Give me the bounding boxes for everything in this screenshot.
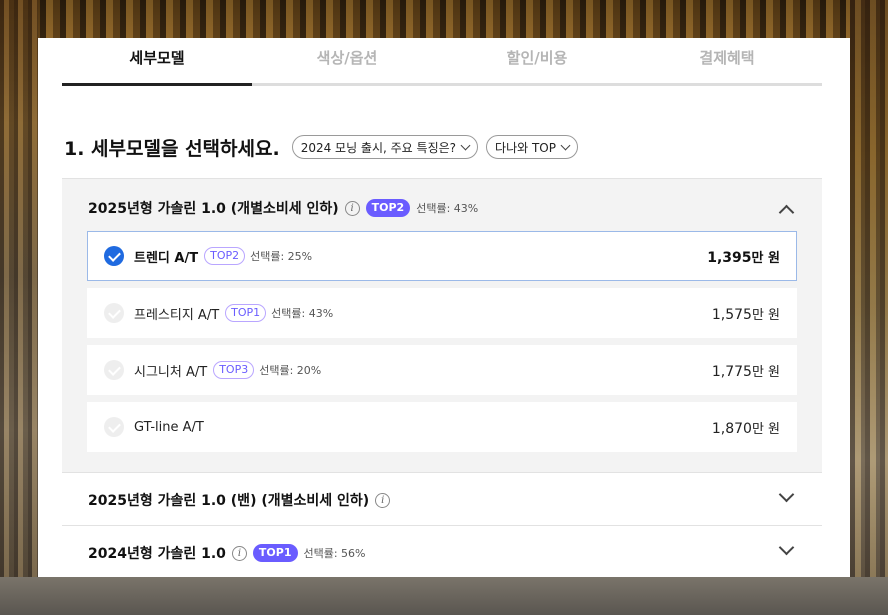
trim-rank-badge: TOP3 [213,361,255,379]
model-group-header[interactable]: 2024년형 가솔린 1.0 i TOP1 선택률: 56% [88,542,798,564]
tab-payment-benefits[interactable]: 결제혜택 [632,38,822,83]
trim-option-signature[interactable]: 시그니처 A/T TOP3 선택률: 20% 1,775만 원 [87,345,797,395]
model-group-2025-gasoline-van[interactable]: 2025년형 가솔린 1.0 (밴) (개별소비세 인하) i [62,472,822,525]
model-group-title: 2024년형 가솔린 1.0 [88,546,226,562]
trim-selection-rate: 선택률: 20% [259,364,322,377]
tab-discount-cost[interactable]: 할인/비용 [442,38,632,83]
trim-price-unit: 만 원 [751,421,780,437]
check-circle-icon [104,417,124,437]
trim-name: 프레스티지 A/T [134,307,220,323]
background-photo-left [0,0,38,615]
tab-detail-model[interactable]: 세부모델 [62,38,252,86]
model-group-2025-gasoline: 2025년형 가솔린 1.0 (개별소비세 인하) i TOP2 선택률: 43… [62,178,822,472]
top-rank-badge: TOP1 [252,544,298,562]
check-circle-icon [104,303,124,323]
step-title: 1. 세부모델을 선택하세요. [64,137,280,160]
trim-price-unit: 만 원 [751,364,780,380]
model-group-header[interactable]: 2025년형 가솔린 1.0 (개별소비세 인하) i TOP2 선택률: 43… [88,197,798,219]
features-chip-label: 2024 모닝 출시, 주요 특징은? [300,140,457,155]
trim-name: GT-line A/T [134,419,204,435]
model-group-2024-gasoline[interactable]: 2024년형 가솔린 1.0 i TOP1 선택률: 56% [62,525,822,577]
features-chip-button[interactable]: 2024 모닝 출시, 주요 특징은? [291,135,479,159]
trim-price-unit: 만 원 [751,250,780,266]
model-group-title: 2025년형 가솔린 1.0 (개별소비세 인하) [88,201,339,217]
selection-rate: 선택률: 43% [416,202,479,215]
trim-price: 1,395만 원 [707,247,780,266]
trim-price-unit: 만 원 [751,307,780,323]
info-icon[interactable]: i [344,200,360,216]
trim-option-trendy[interactable]: 트렌디 A/T TOP2 선택률: 25% 1,395만 원 [87,231,797,281]
background-photo-right [850,0,888,615]
trim-price: 1,575만 원 [712,304,780,323]
trim-name: 트렌디 A/T [134,250,199,266]
trim-option-prestige[interactable]: 프레스티지 A/T TOP1 선택률: 43% 1,575만 원 [87,288,797,338]
tab-color-options[interactable]: 색상/옵션 [252,38,442,83]
trim-price: 1,775만 원 [712,361,780,380]
trim-selection-rate: 선택률: 25% [250,250,313,263]
model-group-header[interactable]: 2025년형 가솔린 1.0 (밴) (개별소비세 인하) i [88,489,798,511]
trim-option-gt-line[interactable]: GT-line A/T 1,870만 원 [87,402,797,452]
danawa-top-chip-label: 다나와 TOP [495,140,556,155]
background-photo-bottom [0,577,888,615]
trim-rank-badge: TOP1 [225,304,267,322]
trim-price-value: 1,395 [707,249,752,266]
info-icon[interactable]: i [375,492,391,508]
model-selection-panel: 세부모델 색상/옵션 할인/비용 결제혜택 1. 세부모델을 선택하세요. 20… [38,38,850,577]
trim-name: 시그니처 A/T [134,364,208,380]
check-circle-icon [104,246,124,266]
trim-selection-rate: 선택률: 43% [271,307,334,320]
selection-rate: 선택률: 56% [303,547,366,560]
background-photo-top [0,0,888,38]
danawa-top-chip-button[interactable]: 다나와 TOP [486,135,578,159]
model-group-title: 2025년형 가솔린 1.0 (밴) (개별소비세 인하) [88,493,370,509]
trim-price: 1,870만 원 [712,418,780,437]
chevron-down-icon [460,140,471,150]
info-icon[interactable]: i [231,545,247,561]
step-tabs: 세부모델 색상/옵션 할인/비용 결제혜택 [62,38,822,86]
trim-price-value: 1,775 [711,363,752,380]
trim-price-value: 1,575 [711,306,752,323]
chevron-down-icon [560,140,571,150]
step-heading-row: 1. 세부모델을 선택하세요. 2024 모닝 출시, 주요 특징은? 다나와 … [64,134,578,160]
trim-price-value: 1,870 [711,420,752,437]
trim-rank-badge: TOP2 [204,247,246,265]
top-rank-badge: TOP2 [365,199,411,217]
check-circle-icon [104,360,124,380]
